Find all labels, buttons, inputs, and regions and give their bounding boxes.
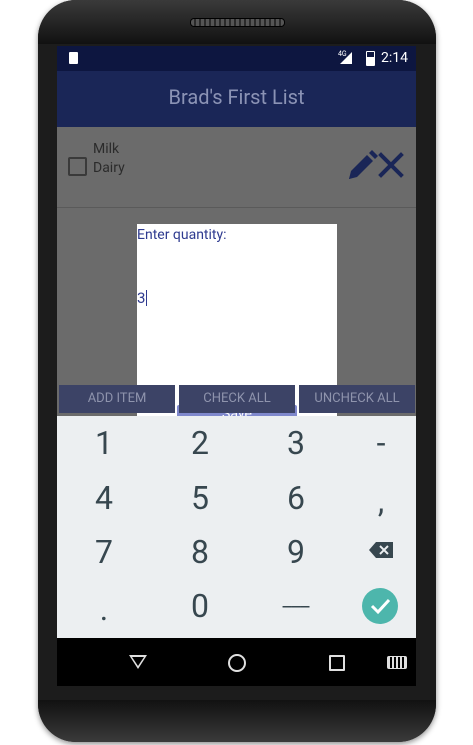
check-all-button[interactable]: CHECK ALL [179,385,295,413]
key-6[interactable]: 6 [256,479,336,517]
key-period[interactable]: . [64,590,144,628]
numeric-keypad: 1 2 3 - 4 5 6 , 7 8 9 . 0 ___ [57,416,416,638]
home-icon[interactable] [228,654,246,672]
key-8[interactable]: 8 [160,533,240,571]
list-item[interactable]: Milk Dairy [57,127,416,208]
key-5[interactable]: 5 [160,479,240,517]
status-bar: 4G 2:14 [57,46,416,71]
key-0[interactable]: 0 [160,587,240,625]
phone-bottom-bezel [38,700,436,742]
recent-apps-icon[interactable] [329,655,345,671]
key-1[interactable]: 1 [64,424,144,462]
key-4[interactable]: 4 [64,479,144,517]
sim-card-icon [69,52,78,64]
add-item-button[interactable]: ADD ITEM [59,385,175,413]
network-type: 4G [338,50,347,58]
pencil-icon[interactable] [345,149,379,183]
back-icon-inner [132,657,144,666]
item-checkbox[interactable] [68,157,87,176]
uncheck-all-button[interactable]: UNCHECK ALL [299,385,415,413]
key-3[interactable]: 3 [256,424,336,462]
status-time: 2:14 [381,50,408,66]
enter-key[interactable] [362,588,398,624]
item-name: Milk [93,141,120,157]
page-title: Brad's First List [168,85,305,109]
key-9[interactable]: 9 [256,533,336,571]
battery-icon [366,51,375,66]
key-space[interactable]: ___ [256,587,336,611]
action-buttons: ADD ITEM CHECK ALL UNCHECK ALL [57,385,416,415]
quantity-input[interactable]: 3 [137,290,148,306]
dialog-label: Enter quantity: [137,227,227,243]
speaker-grille [190,18,285,27]
key-2[interactable]: 2 [160,424,240,462]
key-comma[interactable]: , [341,482,416,520]
app-toolbar: Brad's First List [57,71,416,127]
checkmark-icon [370,598,391,615]
list-container: Milk Dairy Enter quantity: 3 Save [57,127,416,423]
navigation-bar [57,638,416,686]
keyboard-icon[interactable] [387,656,407,669]
key-7[interactable]: 7 [64,533,144,571]
screen: 4G 2:14 Brad's First List Milk Dairy Ent… [57,46,416,686]
backspace-icon[interactable] [369,542,393,558]
key-minus[interactable]: - [341,424,416,462]
delete-icon[interactable] [377,151,405,179]
item-category: Dairy [93,160,125,176]
